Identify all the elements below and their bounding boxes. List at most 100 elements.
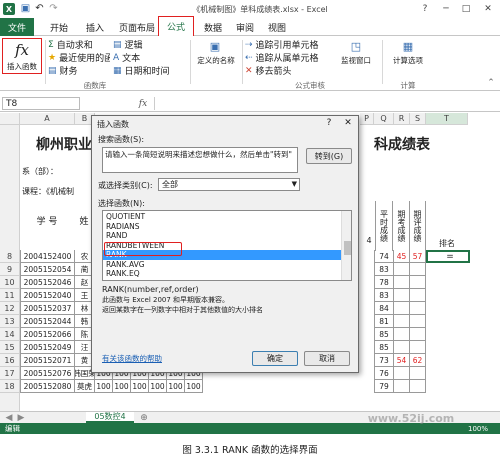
row-header[interactable]: 16 — [0, 354, 20, 367]
rank-cell[interactable] — [426, 354, 470, 367]
usual-score-cell[interactable]: 79 — [374, 380, 394, 393]
exam-score-cell[interactable] — [394, 263, 410, 276]
final-score-cell[interactable] — [410, 302, 426, 315]
fx-icon-formula[interactable]: fx — [136, 97, 150, 110]
student-id-cell[interactable]: 2005152046 — [20, 276, 75, 289]
final-score-cell[interactable]: 62 — [410, 354, 426, 367]
trace-dependents-button[interactable]: ⇠ 追踪从属单元格 — [245, 52, 325, 64]
exam-score-cell[interactable]: 54 — [394, 354, 410, 367]
maximize-button[interactable]: □ — [458, 2, 474, 16]
search-input[interactable]: 请输入一条简短说明来描述您想做什么，然后单击"转到" — [102, 147, 298, 173]
function-list-item[interactable]: QUOTIENT — [103, 212, 341, 222]
trace-precedents-button[interactable]: ⇢ 追踪引用单元格 — [245, 39, 325, 51]
usual-score-cell[interactable]: 85 — [374, 328, 394, 341]
exam-score-cell[interactable] — [394, 289, 410, 302]
rank-cell[interactable] — [426, 367, 470, 380]
final-score-cell[interactable]: 57 — [410, 250, 426, 263]
usual-score-cell[interactable]: 74 — [374, 250, 394, 263]
tab-page-layout[interactable]: 页面布局 — [114, 18, 160, 36]
score-cell[interactable]: 100 — [185, 380, 203, 393]
col-header-t[interactable]: T — [426, 113, 468, 125]
tab-formulas[interactable]: 公式 — [158, 16, 194, 36]
datetime-button[interactable]: ▦ 日期和时间 — [113, 65, 175, 77]
category-select[interactable]: 全部 ▼ — [158, 178, 300, 191]
student-id-cell[interactable]: 2005152040 — [20, 289, 75, 302]
final-score-cell[interactable] — [410, 315, 426, 328]
student-id-cell[interactable]: 2005152066 — [20, 328, 75, 341]
cancel-button[interactable]: 取消 — [304, 351, 350, 366]
collapse-ribbon-icon[interactable]: ⌃ — [486, 78, 496, 88]
row-header[interactable]: 8 — [0, 250, 20, 263]
student-name-cell[interactable]: 莫虎 — [75, 380, 95, 393]
score-cell[interactable]: 100 — [167, 380, 185, 393]
exam-score-cell[interactable] — [394, 341, 410, 354]
rank-cell[interactable] — [426, 315, 470, 328]
score-cell[interactable]: 100 — [113, 380, 131, 393]
save-icon[interactable]: ▣ — [20, 3, 31, 14]
watch-window-button[interactable]: ◳ 监视窗口 — [332, 39, 380, 77]
autosum-button[interactable]: Σ 自动求和 — [48, 39, 110, 51]
row-header[interactable]: 13 — [0, 315, 20, 328]
sheet-nav-prev[interactable]: ◀ — [4, 412, 14, 423]
score-cell[interactable]: 100 — [149, 380, 167, 393]
tab-insert[interactable]: 插入 — [78, 18, 112, 36]
col-header-s[interactable]: S — [410, 113, 426, 125]
final-score-cell[interactable] — [410, 341, 426, 354]
row-header[interactable]: 15 — [0, 341, 20, 354]
final-score-cell[interactable] — [410, 367, 426, 380]
undo-icon[interactable]: ↶ — [34, 3, 45, 14]
ok-button[interactable]: 确定 — [252, 351, 298, 366]
exam-score-cell[interactable] — [394, 302, 410, 315]
tab-file[interactable]: 文件 — [0, 18, 34, 36]
tab-review[interactable]: 审阅 — [230, 18, 260, 36]
col-header-a[interactable]: A — [20, 113, 75, 125]
minimize-button[interactable]: ─ — [438, 2, 454, 16]
student-id-cell[interactable]: 2005152071 — [20, 354, 75, 367]
usual-score-cell[interactable]: 84 — [374, 302, 394, 315]
row-header[interactable]: 9 — [0, 263, 20, 276]
usual-score-cell[interactable]: 83 — [374, 263, 394, 276]
final-score-cell[interactable] — [410, 263, 426, 276]
help-icon[interactable]: ? — [418, 2, 432, 16]
sheet-tab-active[interactable]: 05数控4 — [86, 412, 134, 423]
go-button[interactable]: 转到(G) — [306, 148, 352, 164]
student-id-cell[interactable]: 2005152080 — [20, 380, 75, 393]
student-id-cell[interactable]: 2005152044 — [20, 315, 75, 328]
redo-icon[interactable]: ↷ — [48, 3, 59, 14]
rank-cell[interactable] — [426, 263, 470, 276]
final-score-cell[interactable] — [410, 276, 426, 289]
formula-input[interactable] — [154, 97, 496, 110]
rank-cell[interactable] — [426, 341, 470, 354]
exam-score-cell[interactable] — [394, 276, 410, 289]
rank-cell[interactable] — [426, 276, 470, 289]
rank-cell[interactable] — [426, 328, 470, 341]
final-score-cell[interactable] — [410, 328, 426, 341]
usual-score-cell[interactable]: 78 — [374, 276, 394, 289]
usual-score-cell[interactable]: 76 — [374, 367, 394, 380]
exam-score-cell[interactable]: 45 — [394, 250, 410, 263]
tab-home[interactable]: 开始 — [42, 18, 76, 36]
remove-arrows-button[interactable]: ✕ 移去箭头 — [245, 65, 325, 77]
usual-score-cell[interactable]: 73 — [374, 354, 394, 367]
usual-score-cell[interactable]: 83 — [374, 289, 394, 302]
exam-score-cell[interactable] — [394, 328, 410, 341]
calc-options-button[interactable]: ▦ 计算选项 — [385, 39, 431, 77]
score-cell[interactable]: 100 — [95, 380, 113, 393]
sheet-nav-next[interactable]: ▶ — [16, 412, 26, 423]
scrollbar-thumb[interactable] — [344, 241, 351, 255]
student-id-cell[interactable]: 2005152049 — [20, 341, 75, 354]
close-button[interactable]: ✕ — [480, 2, 496, 16]
function-list-item[interactable]: RAND — [103, 231, 341, 241]
tab-data[interactable]: 数据 — [198, 18, 228, 36]
row-header[interactable]: 11 — [0, 289, 20, 302]
row-header[interactable]: 17 — [0, 367, 20, 380]
dialog-help-icon[interactable]: ? — [322, 117, 336, 129]
add-sheet-button[interactable]: ⊕ — [138, 412, 150, 423]
function-list-item[interactable]: RADIANS — [103, 222, 341, 232]
student-id-cell[interactable]: 2005152076 — [20, 367, 75, 380]
usual-score-cell[interactable]: 81 — [374, 315, 394, 328]
rank-cell[interactable] — [426, 289, 470, 302]
student-id-cell[interactable]: 2004152400 — [20, 250, 75, 263]
row-header[interactable]: 14 — [0, 328, 20, 341]
student-id-cell[interactable]: 2005152037 — [20, 302, 75, 315]
